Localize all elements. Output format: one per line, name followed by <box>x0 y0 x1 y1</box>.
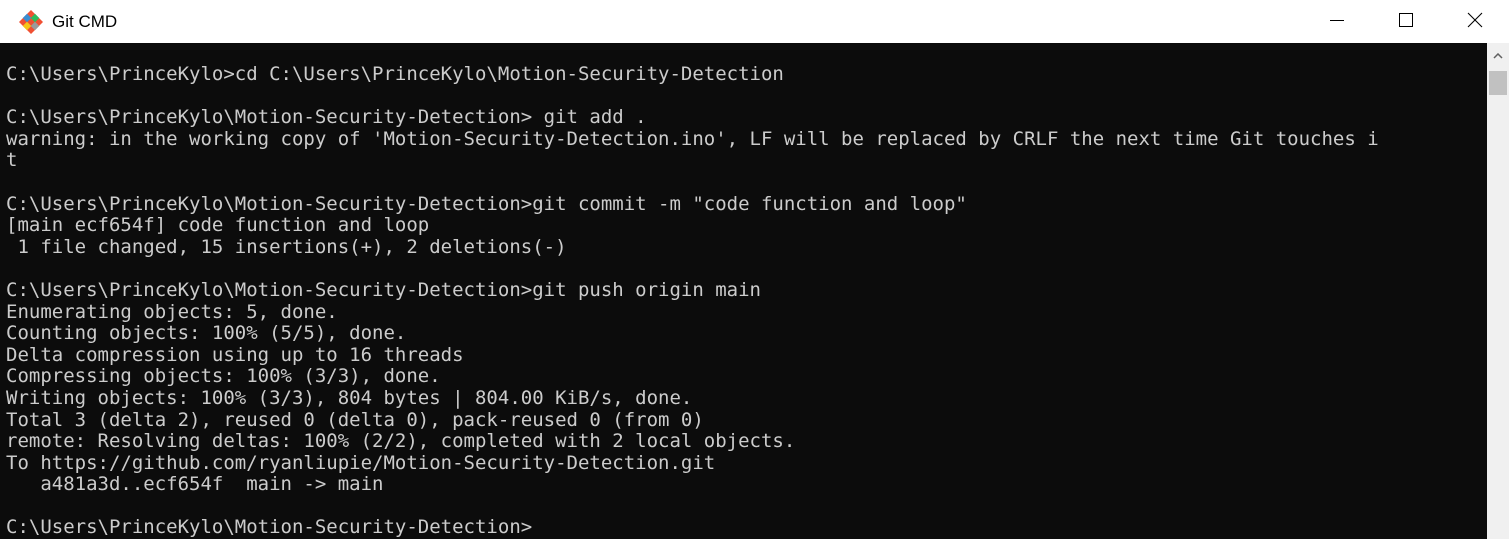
terminal-line: C:\Users\PrinceKylo\Motion-Security-Dete… <box>6 516 533 539</box>
git-cmd-window: Git CMD C:\Users\PrinceKylo>cd C:\Users\… <box>0 0 1509 539</box>
window-controls <box>1302 0 1509 40</box>
minimize-icon <box>1329 20 1344 21</box>
terminal-line: Compressing objects: 100% (3/3), done. <box>6 365 441 388</box>
terminal-line: C:\Users\PrinceKylo\Motion-Security-Dete… <box>6 192 967 215</box>
terminal-line: a481a3d..ecf654f main -> main <box>6 473 384 496</box>
terminal-line: Delta compression using up to 16 threads <box>6 343 464 366</box>
window-title: Git CMD <box>52 11 118 31</box>
terminal-line: C:\Users\PrinceKylo\Motion-Security-Dete… <box>6 278 761 301</box>
maximize-icon <box>1398 13 1413 27</box>
terminal-line: Counting objects: 100% (5/5), done. <box>6 322 407 345</box>
terminal-line: Enumerating objects: 5, done. <box>6 300 338 323</box>
maximize-button[interactable] <box>1371 0 1440 40</box>
scroll-up-button[interactable] <box>1487 48 1509 64</box>
title-bar[interactable]: Git CMD <box>0 0 1509 43</box>
terminal-line: To https://github.com/ryanliupie/Motion-… <box>6 451 716 474</box>
terminal-line: C:\Users\PrinceKylo>cd C:\Users\PrinceKy… <box>6 63 784 85</box>
scroll-thumb[interactable] <box>1489 71 1507 95</box>
terminal-line: Total 3 (delta 2), reused 0 (delta 0), p… <box>6 408 704 431</box>
minimize-button[interactable] <box>1302 0 1371 40</box>
close-icon <box>1467 12 1482 28</box>
terminal-line: C:\Users\PrinceKylo\Motion-Security-Dete… <box>6 106 647 129</box>
terminal-text: C:\Users\PrinceKylo>cd C:\Users\PrinceKy… <box>0 63 1487 539</box>
close-button[interactable] <box>1440 0 1509 40</box>
terminal-line: warning: in the working copy of 'Motion-… <box>6 127 1379 150</box>
terminal-output[interactable]: C:\Users\PrinceKylo>cd C:\Users\PrinceKy… <box>0 43 1487 539</box>
scroll-up-arrow-icon <box>1493 53 1503 59</box>
terminal-line: [main ecf654f] code function and loop <box>6 214 430 237</box>
terminal-line: Writing objects: 100% (3/3), 804 bytes |… <box>6 386 693 409</box>
terminal-line: 1 file changed, 15 insertions(+), 2 dele… <box>6 235 567 258</box>
vertical-scrollbar[interactable] <box>1487 43 1509 539</box>
git-logo-icon <box>19 9 43 34</box>
terminal-line: t <box>6 149 18 172</box>
terminal-line: remote: Resolving deltas: 100% (2/2), co… <box>6 430 796 453</box>
